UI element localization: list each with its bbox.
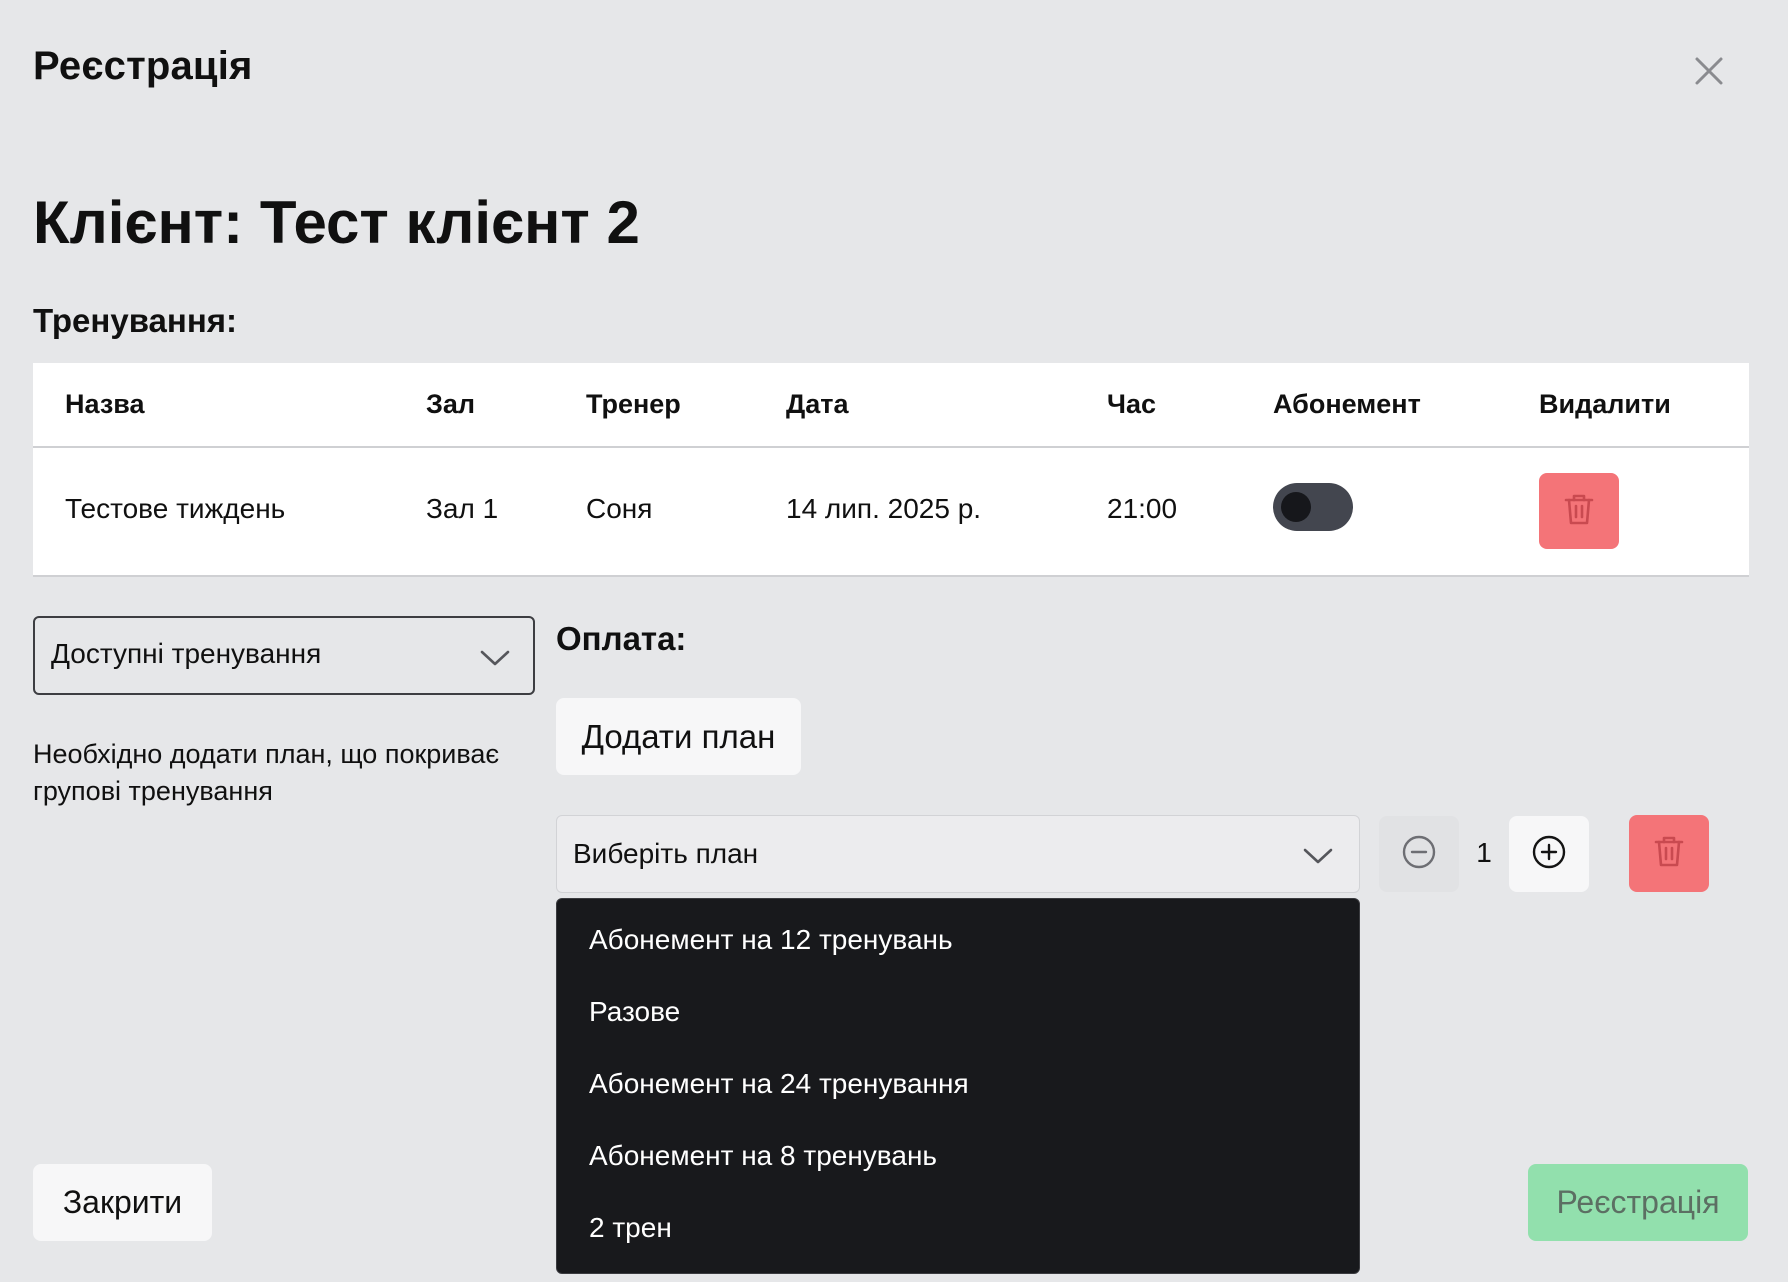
column-header-delete: Видалити: [1539, 389, 1671, 419]
trainings-label: Тренування:: [33, 302, 238, 339]
chevron-down-icon: [479, 648, 511, 668]
column-header-trainer: Тренер: [586, 389, 681, 419]
plus-circle-icon: [1531, 834, 1567, 875]
decrease-quantity-button[interactable]: [1379, 816, 1459, 892]
column-header-time: Час: [1107, 389, 1157, 419]
column-header-date: Дата: [786, 389, 849, 419]
column-header-subscription: Абонемент: [1273, 389, 1421, 419]
modal-title: Реєстрація: [33, 44, 253, 88]
training-date-cell: 14 лип. 2025 р.: [786, 493, 982, 524]
delete-training-button[interactable]: [1539, 473, 1619, 549]
plan-option[interactable]: Абонемент на 8 тренувань: [589, 1140, 937, 1172]
trash-icon: [1563, 492, 1595, 531]
column-header-hall: Зал: [426, 389, 476, 419]
minus-circle-icon: [1401, 834, 1437, 875]
plan-option[interactable]: Разове: [589, 996, 680, 1028]
payment-label: Оплата:: [556, 620, 687, 657]
plan-option[interactable]: Абонемент на 24 тренування: [589, 1068, 969, 1100]
register-button[interactable]: Реєстрація: [1528, 1164, 1748, 1241]
table-header-divider: [33, 446, 1749, 448]
training-hall-cell: Зал 1: [426, 493, 499, 524]
increase-quantity-button[interactable]: [1509, 816, 1589, 892]
training-name-cell: Тестове тиждень: [65, 493, 286, 524]
add-plan-button[interactable]: Додати план: [556, 698, 801, 775]
quantity-value: 1: [1476, 837, 1492, 868]
plan-options-dropdown: Абонемент на 12 тренувань Разове Абонеме…: [556, 898, 1360, 1274]
available-trainings-placeholder: Доступні тренування: [51, 638, 322, 669]
toggle-knob: [1281, 492, 1311, 522]
chevron-down-icon: [1302, 846, 1334, 866]
plan-option[interactable]: 2 трен: [589, 1212, 672, 1244]
close-icon[interactable]: [1690, 52, 1728, 90]
available-trainings-select[interactable]: Доступні тренування: [33, 616, 535, 695]
plan-required-message: Необхідно додати план, що покриває групо…: [33, 739, 500, 806]
subscription-toggle[interactable]: [1273, 483, 1353, 531]
plan-select[interactable]: Виберіть план: [556, 815, 1360, 893]
plan-select-placeholder: Виберіть план: [573, 838, 759, 869]
column-header-name: Назва: [65, 389, 145, 419]
plan-option[interactable]: Абонемент на 12 тренувань: [589, 924, 953, 956]
training-time-cell: 21:00: [1107, 493, 1178, 524]
trash-icon: [1653, 834, 1685, 873]
trainings-table: Назва Зал Тренер Дата Час Абонемент Вида…: [33, 363, 1749, 577]
training-trainer-cell: Соня: [586, 493, 653, 524]
close-button[interactable]: Закрити: [33, 1164, 212, 1241]
delete-plan-button[interactable]: [1629, 815, 1709, 892]
client-title: Клієнт: Тест клієнт 2: [33, 189, 640, 256]
